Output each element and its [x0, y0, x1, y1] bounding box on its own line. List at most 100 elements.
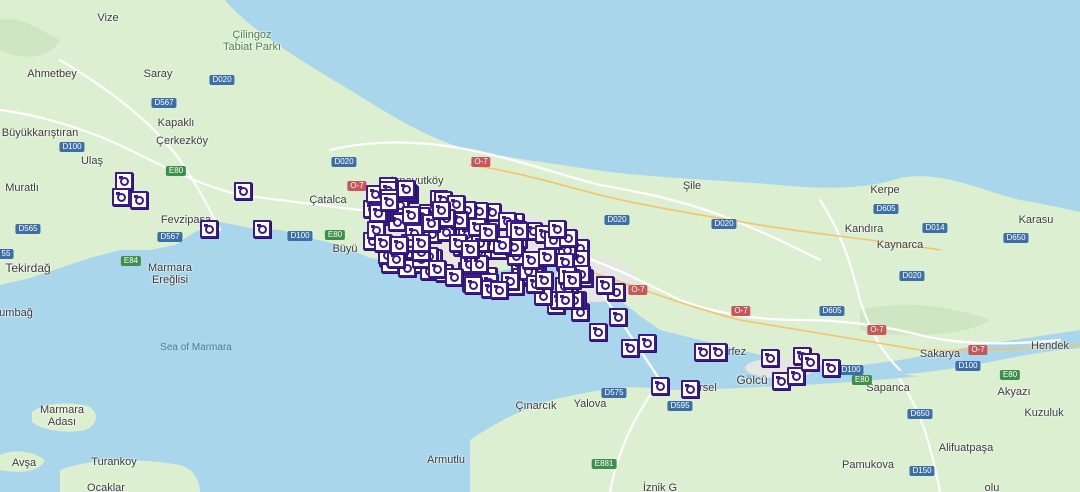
shield-e881: E881	[591, 459, 617, 469]
label-korfez: rfez	[727, 346, 747, 358]
camera-marker-icon[interactable]	[681, 380, 699, 398]
label-marmara-adasi: Marmara Adası	[39, 404, 85, 428]
camera-marker-icon[interactable]	[535, 271, 553, 289]
label-marmara-ereglisi: Marmara Ereğlisi	[147, 262, 193, 286]
shield-d150: D150	[909, 466, 935, 476]
camera-marker-icon[interactable]	[412, 234, 430, 252]
label-kumbag: umbağ	[0, 307, 33, 319]
shield-d020-catalca: D020	[331, 157, 357, 167]
shield-o7-mid: O-7	[731, 306, 751, 316]
label-sakarya: Sakarya	[919, 348, 961, 360]
map-canvas[interactable]: Vize Çilingoz Tabiat Parkı Ahmetbey Saray Kap…	[0, 0, 1080, 492]
shield-d100-west: D100	[59, 142, 85, 152]
shield-e80-west: E80	[165, 166, 187, 176]
label-cinarcik: Çınarcık	[515, 400, 557, 412]
camera-marker-icon[interactable]	[761, 349, 779, 367]
shield-d650-south: D650	[907, 409, 933, 419]
label-kaynarca: Kaynarca	[876, 239, 924, 251]
label-armutlu: Armutlu	[427, 454, 465, 466]
label-vize: Vize	[97, 12, 119, 24]
camera-marker-icon[interactable]	[651, 377, 669, 395]
shield-e80-catalca: E80	[324, 230, 346, 240]
shield-e80-hendek: E80	[999, 370, 1021, 380]
camera-marker-icon[interactable]	[563, 271, 581, 289]
camera-marker-icon[interactable]	[130, 191, 148, 209]
camera-marker-icon[interactable]	[621, 339, 639, 357]
shield-d605-kerpe: D605	[873, 204, 899, 214]
camera-marker-icon[interactable]	[402, 206, 420, 224]
shield-d020-kaynarca: D020	[899, 271, 925, 281]
camera-marker-icon[interactable]	[397, 180, 415, 198]
label-hendek: Hendek	[1031, 340, 1069, 352]
shield-d595: D595	[667, 401, 693, 411]
label-yalova: Yalova	[573, 398, 607, 410]
shield-d020-north: D020	[209, 75, 235, 85]
shield-o7-east: O-7	[628, 285, 648, 295]
shield-d020-east: D020	[604, 215, 630, 225]
label-kandira: Kandıra	[844, 223, 884, 235]
label-cilingoz: Çilingoz Tabiat Parkı	[222, 29, 282, 53]
camera-marker-icon[interactable]	[234, 182, 252, 200]
label-buyukkaristiran: Büyükkarıştıran	[1, 127, 79, 139]
camera-marker-icon[interactable]	[538, 248, 556, 266]
shield-d650: D650	[1003, 233, 1029, 243]
camera-marker-icon[interactable]	[390, 236, 408, 254]
camera-marker-icon[interactable]	[490, 281, 508, 299]
label-catalca: Çatalca	[309, 194, 347, 206]
shield-d020-sile: D020	[711, 219, 737, 229]
shield-o7-north: O-7	[471, 157, 491, 167]
label-sile: Şile	[682, 180, 702, 192]
label-kuzuluk: Kuzuluk	[1024, 407, 1064, 419]
camera-marker-icon[interactable]	[432, 201, 450, 219]
camera-marker-icon[interactable]	[822, 359, 840, 377]
camera-marker-icon[interactable]	[556, 291, 574, 309]
camera-marker-icon[interactable]	[510, 222, 528, 240]
shield-d55-west: 55	[0, 249, 14, 259]
shield-d565: D565	[15, 224, 41, 234]
camera-marker-icon[interactable]	[638, 334, 656, 352]
shield-e84: E84	[120, 256, 142, 266]
label-pamukova: Pamukova	[842, 459, 894, 471]
label-golcuk: Gölcü	[736, 373, 768, 387]
label-alifuatpasa: Alifuatpaşa	[938, 442, 994, 454]
label-sea-of-marmara: Sea of Marmara	[160, 342, 232, 353]
camera-marker-icon[interactable]	[253, 220, 271, 238]
shield-d605-mid: D605	[819, 306, 845, 316]
camera-marker-icon[interactable]	[461, 240, 479, 258]
shield-o7-sakarya: O-7	[968, 345, 988, 355]
shield-d100-golcuk: D100	[838, 365, 864, 375]
label-tekirdag: Tekirdağ	[5, 261, 51, 275]
label-altinova: rsel	[699, 382, 717, 394]
camera-marker-icon[interactable]	[112, 188, 130, 206]
label-buyukcekmece: Büyü	[332, 243, 358, 255]
label-ocaklar: Ocaklar	[87, 482, 125, 492]
label-cerkezkoy: Çerkezköy	[156, 135, 208, 147]
camera-marker-icon[interactable]	[380, 193, 398, 211]
shield-e80-golcuk: E80	[851, 375, 873, 385]
shield-d567-south: D567	[157, 232, 183, 242]
label-karasu: Karasu	[1018, 214, 1054, 226]
shield-d100-catalca: D100	[287, 231, 313, 241]
label-ulas: Ulaş	[80, 155, 104, 167]
camera-marker-icon[interactable]	[609, 308, 627, 326]
shield-d567-north: D567	[151, 98, 177, 108]
camera-marker-icon[interactable]	[200, 220, 218, 238]
camera-marker-icon[interactable]	[548, 220, 566, 238]
camera-marker-icon[interactable]	[428, 260, 446, 278]
camera-marker-icon[interactable]	[445, 268, 463, 286]
label-kerpe: Kerpe	[870, 184, 900, 196]
label-avsa: Avşa	[11, 457, 37, 469]
shield-o7-arnavutkoy: O-7	[347, 181, 367, 191]
label-saray: Saray	[143, 68, 173, 80]
camera-marker-icon[interactable]	[464, 276, 482, 294]
camera-marker-icon[interactable]	[709, 343, 727, 361]
label-izmik: İznik G	[642, 482, 678, 492]
camera-marker-icon[interactable]	[596, 276, 614, 294]
label-turankoy: Turankoy	[91, 456, 137, 468]
camera-marker-icon[interactable]	[801, 353, 819, 371]
camera-marker-icon[interactable]	[589, 323, 607, 341]
label-sapanca: Sapanca	[866, 382, 910, 394]
label-ahmetbey: Ahmetbey	[27, 68, 77, 80]
label-olu: olu	[984, 482, 1000, 492]
camera-marker-icon[interactable]	[479, 223, 497, 241]
